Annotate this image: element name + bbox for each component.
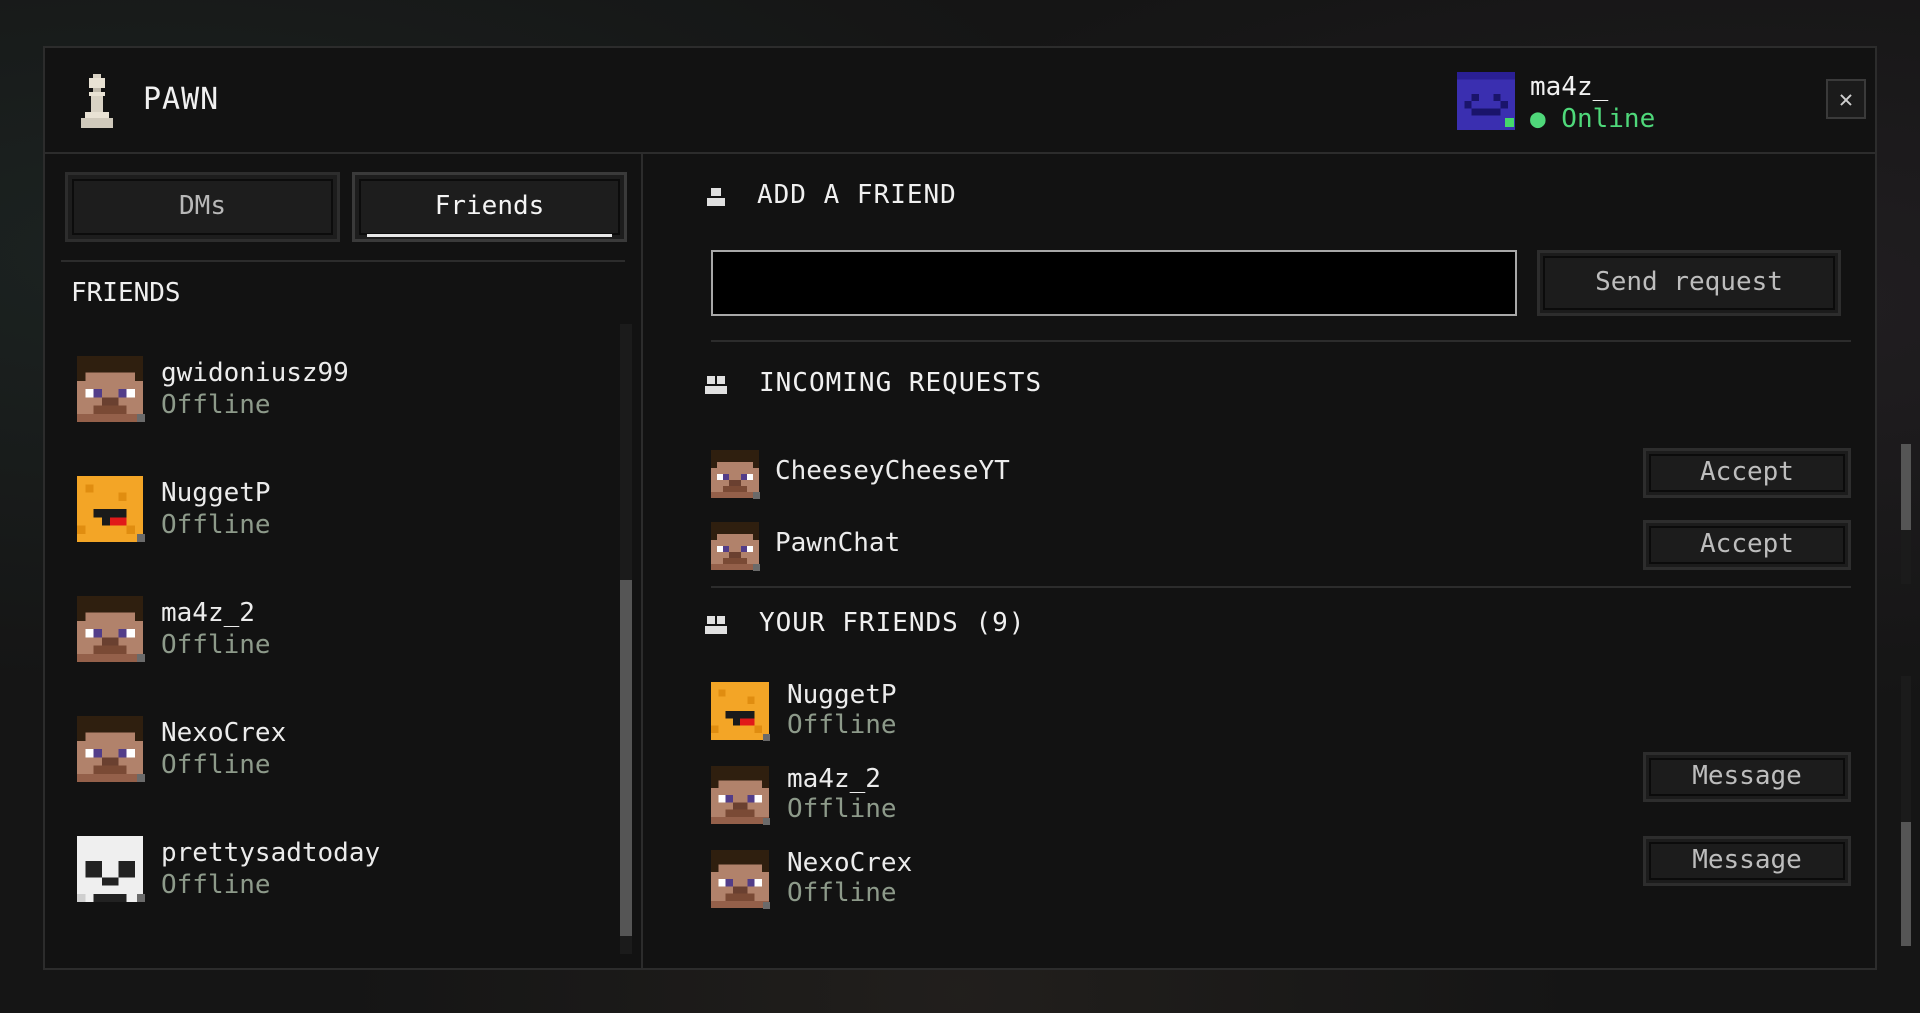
friend-status: Offline xyxy=(161,510,271,540)
offline-indicator xyxy=(763,818,770,825)
steve-head-icon xyxy=(711,450,759,498)
divider xyxy=(711,586,1851,588)
tab-dms[interactable]: DMs xyxy=(65,172,340,242)
offline-indicator xyxy=(137,894,145,902)
friend-status: Offline xyxy=(787,794,897,824)
add-friend-input[interactable] xyxy=(711,250,1517,316)
people-icon xyxy=(705,376,727,394)
panel-header: PAWN ma4z_ ● Online ✕ xyxy=(45,48,1875,154)
divider xyxy=(711,340,1851,342)
sidebar-scrollbar-thumb[interactable] xyxy=(620,580,632,936)
tab-friends[interactable]: Friends xyxy=(352,172,627,242)
friend-list-item: NuggetP Offline xyxy=(711,676,1851,746)
nugget-head-icon xyxy=(77,476,143,542)
friend-name: prettysadtoday xyxy=(161,838,381,868)
accept-label: Accept xyxy=(1700,529,1794,559)
people-icon xyxy=(705,616,727,634)
offline-indicator xyxy=(137,774,145,782)
sidebar-friend-item[interactable]: NuggetP Offline xyxy=(77,466,597,546)
friend-name: ma4z_2 xyxy=(161,598,255,628)
friends-scrollbar-thumb[interactable] xyxy=(1901,822,1911,946)
friend-status: Offline xyxy=(161,750,271,780)
friend-name: gwidoniusz99 xyxy=(161,358,349,388)
offline-indicator xyxy=(137,654,145,662)
message-label: Message xyxy=(1692,845,1802,875)
friend-status: Offline xyxy=(161,870,271,900)
incoming-request-item: PawnChat Accept xyxy=(711,516,1851,572)
friend-status: Offline xyxy=(161,630,271,660)
pawn-social-panel: PAWN ma4z_ ● Online ✕ DMs Friends FRIEND… xyxy=(43,46,1911,970)
incoming-request-item: CheeseyCheeseYT Accept xyxy=(711,444,1851,500)
offline-indicator xyxy=(753,564,760,571)
sidebar-friend-item[interactable]: prettysadtoday Offline xyxy=(77,826,597,906)
friend-status: Offline xyxy=(787,710,897,740)
friend-status: Offline xyxy=(787,878,897,908)
add-friend-title: ADD A FRIEND xyxy=(757,180,957,210)
offline-indicator xyxy=(763,902,770,909)
steve-head-icon xyxy=(77,596,143,662)
steve-head-icon xyxy=(77,716,143,782)
steve-head-icon xyxy=(711,850,769,908)
divider xyxy=(61,260,625,262)
friend-list-item: ma4z_2 Offline Message xyxy=(711,752,1851,830)
message-button[interactable]: Message xyxy=(1643,836,1851,886)
requests-scrollbar-thumb[interactable] xyxy=(1901,444,1911,530)
offline-indicator xyxy=(753,492,760,499)
accept-button[interactable]: Accept xyxy=(1643,520,1851,570)
your-friends-title: YOUR FRIENDS (9) xyxy=(759,608,1026,638)
sidebar-section-title: FRIENDS xyxy=(71,278,181,308)
friend-name: NexoCrex xyxy=(161,718,287,748)
friend-name: NuggetP xyxy=(161,478,271,508)
person-icon xyxy=(707,188,725,206)
send-request-label: Send request xyxy=(1595,267,1783,297)
steve-head-icon xyxy=(711,766,769,824)
send-request-button[interactable]: Send request xyxy=(1537,250,1841,316)
friend-name: ma4z_2 xyxy=(787,764,881,794)
close-icon: ✕ xyxy=(1838,85,1854,113)
accept-button[interactable]: Accept xyxy=(1643,448,1851,498)
active-tab-underline xyxy=(367,234,612,237)
incoming-requests-title: INCOMING REQUESTS xyxy=(759,368,1043,398)
panda-head-icon xyxy=(77,836,143,902)
app-title: PAWN xyxy=(143,82,220,117)
sidebar-friend-item[interactable]: ma4z_2 Offline xyxy=(77,586,597,666)
sidebar-friend-item[interactable]: NexoCrex Offline xyxy=(77,706,597,786)
nugget-head-icon xyxy=(711,682,769,740)
steve-head-icon xyxy=(77,356,143,422)
sidebar-friend-item[interactable]: gwidoniusz99 Offline xyxy=(77,346,597,426)
request-name: CheeseyCheeseYT xyxy=(775,456,1010,486)
steve-head-icon xyxy=(711,522,759,570)
offline-indicator xyxy=(763,734,770,741)
offline-indicator xyxy=(137,414,145,422)
friend-name: NexoCrex xyxy=(787,848,913,878)
offline-indicator xyxy=(137,534,145,542)
accept-label: Accept xyxy=(1700,457,1794,487)
friend-name: NuggetP xyxy=(787,680,897,710)
message-label: Message xyxy=(1692,761,1802,791)
close-button[interactable]: ✕ xyxy=(1826,79,1866,119)
friend-list-item: NexoCrex Offline Message xyxy=(711,836,1851,914)
message-button[interactable]: Message xyxy=(1643,752,1851,802)
friend-status: Offline xyxy=(161,390,271,420)
current-username: ma4z_ xyxy=(1530,72,1609,102)
current-user-status: ● Online xyxy=(1530,104,1656,134)
request-name: PawnChat xyxy=(775,528,901,558)
online-indicator xyxy=(1505,118,1514,127)
pawn-logo-icon xyxy=(81,74,113,128)
friends-main-panel: ADD A FRIEND Send request INCOMING REQUE… xyxy=(643,154,1911,968)
left-sidebar: DMs Friends FRIENDS gwidoniusz99 Offline… xyxy=(45,154,643,968)
